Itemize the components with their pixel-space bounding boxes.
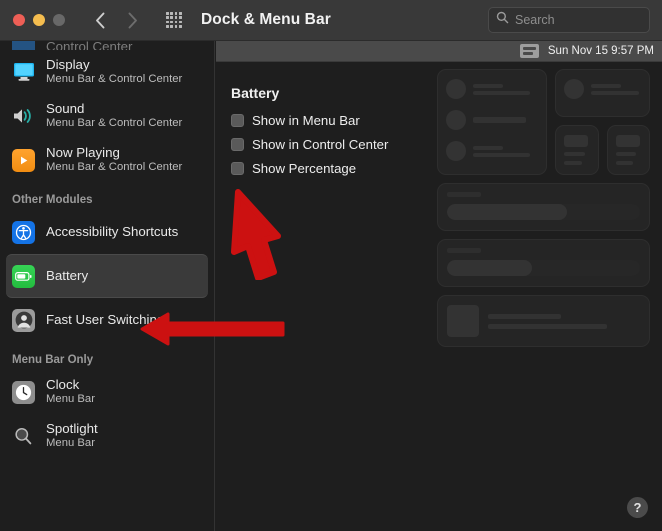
- preview-item: [564, 79, 641, 99]
- back-chevron-icon[interactable]: [87, 7, 113, 33]
- preview-slider-track: [447, 260, 640, 276]
- sidebar-item-label: Control Center: [46, 41, 133, 50]
- sidebar-item-label: Spotlight: [46, 421, 98, 437]
- sidebar-item-battery[interactable]: Battery: [6, 254, 208, 298]
- sidebar-item-sublabel: Menu Bar & Control Center: [46, 117, 183, 130]
- sidebar-item-accessibility-shortcuts[interactable]: Accessibility Shortcuts: [0, 210, 214, 254]
- now-playing-icon: [12, 148, 35, 172]
- checkbox-show-percentage[interactable]: Show Percentage: [231, 161, 388, 176]
- sidebar-item-label: Battery: [46, 268, 89, 284]
- preview-dot-icon: [446, 79, 466, 99]
- preview-toggles-card: [437, 69, 547, 175]
- forward-chevron-icon: [119, 7, 145, 33]
- page-title: Dock & Menu Bar: [201, 11, 331, 28]
- control-center-icon: [519, 44, 539, 58]
- sidebar-item-sound[interactable]: Sound Menu Bar & Control Center: [0, 94, 214, 138]
- checkbox-box[interactable]: [231, 162, 244, 175]
- search-icon: [496, 11, 509, 29]
- preview-tile: [555, 125, 599, 175]
- sidebar-item-display[interactable]: Display Menu Bar & Control Center: [0, 50, 214, 94]
- preview-dot-icon: [446, 141, 466, 161]
- clock-icon: [12, 380, 35, 404]
- display-icon: [12, 60, 35, 84]
- help-button[interactable]: ?: [627, 497, 648, 518]
- sidebar-item-sublabel: Menu Bar: [46, 393, 95, 406]
- preview-slider-track: [447, 204, 640, 220]
- preview-item: [446, 110, 538, 130]
- titlebar: Dock & Menu Bar Search: [0, 0, 662, 41]
- sidebar-item-clock[interactable]: Clock Menu Bar: [0, 370, 214, 414]
- minimize-button-icon[interactable]: [33, 14, 45, 26]
- preview-caption: [447, 248, 481, 253]
- checkbox-label: Show in Menu Bar: [252, 113, 360, 128]
- sidebar-item-label: Accessibility Shortcuts: [46, 224, 179, 240]
- preview-square-icon: [564, 135, 588, 147]
- sidebar-item-sublabel: Menu Bar & Control Center: [46, 161, 183, 174]
- checkbox-show-in-control-center[interactable]: Show in Control Center: [231, 137, 388, 152]
- checkbox-label: Show Percentage: [252, 161, 357, 176]
- sidebar-group-header-menu-bar-only: Menu Bar Only: [12, 354, 94, 366]
- preview-tile-pair: [555, 125, 650, 175]
- sidebar-item-control-center[interactable]: Control Center: [0, 41, 214, 50]
- preview-caption: [447, 192, 481, 197]
- preview-slider-card-sound: [437, 239, 650, 287]
- preview-album-art: [447, 305, 479, 337]
- preview-right-column: [555, 69, 650, 175]
- preview-now-playing-card: [437, 295, 650, 347]
- preview-slider-card-display: [437, 183, 650, 231]
- zoom-button-icon: [53, 14, 65, 26]
- sound-icon: [12, 104, 35, 128]
- control-center-preview: [437, 69, 650, 347]
- sidebar-item-label: Display: [46, 57, 90, 73]
- checkbox-box[interactable]: [231, 114, 244, 127]
- menu-bar-preview: Sun Nov 15 9:57 PM: [216, 41, 662, 62]
- close-button-icon[interactable]: [13, 14, 25, 26]
- show-all-grid-icon[interactable]: [163, 9, 185, 31]
- section-title: Battery: [231, 85, 280, 101]
- preview-dot-icon: [446, 110, 466, 130]
- sidebar-item-spotlight[interactable]: Spotlight Menu Bar: [0, 414, 214, 458]
- checkbox-box[interactable]: [231, 138, 244, 151]
- search-placeholder: Search: [515, 13, 555, 27]
- menu-bar-clock: Sun Nov 15 9:57 PM: [547, 45, 654, 57]
- sidebar-item-sublabel: Menu Bar & Control Center: [46, 73, 183, 86]
- preview-item: [446, 79, 538, 99]
- preview-square-icon: [615, 135, 640, 147]
- sidebar-item-fast-user-switching[interactable]: Fast User Switching: [0, 298, 214, 342]
- search-field[interactable]: Search: [488, 7, 650, 33]
- battery-options: Show in Menu Bar Show in Control Center …: [231, 113, 388, 176]
- preview-tile: [606, 125, 650, 175]
- preview-top-row: [437, 69, 650, 175]
- sidebar-item-label: Now Playing: [46, 145, 120, 161]
- sidebar-item-sublabel: Menu Bar: [46, 437, 95, 450]
- control-center-icon: [12, 41, 35, 50]
- traffic-lights: [13, 14, 65, 26]
- accessibility-icon: [12, 220, 35, 244]
- sidebar[interactable]: Control Center Display Menu Bar & Contro…: [0, 41, 215, 531]
- sidebar-item-label: Sound: [46, 101, 85, 117]
- checkbox-show-in-menu-bar[interactable]: Show in Menu Bar: [231, 113, 388, 128]
- sidebar-item-now-playing[interactable]: Now Playing Menu Bar & Control Center: [0, 138, 214, 182]
- preview-slider-fill: [447, 260, 532, 276]
- sidebar-item-label: Clock: [46, 377, 80, 393]
- preview-item: [446, 141, 538, 161]
- main-pane: Sun Nov 15 9:57 PM Battery Show in Menu …: [216, 41, 662, 531]
- system-preferences-window: Dock & Menu Bar Search Control Center Di…: [0, 0, 662, 531]
- sidebar-item-label: Fast User Switching: [46, 312, 165, 328]
- battery-icon: [12, 264, 35, 288]
- sidebar-group-header-other-modules: Other Modules: [12, 194, 93, 206]
- preview-slider-fill: [447, 204, 567, 220]
- preview-wide-tile: [555, 69, 650, 117]
- checkbox-label: Show in Control Center: [252, 137, 389, 152]
- navigation-buttons: [87, 7, 145, 33]
- preview-dot-icon: [564, 79, 584, 99]
- spotlight-icon: [12, 424, 35, 448]
- fast-user-switching-icon: [12, 308, 35, 332]
